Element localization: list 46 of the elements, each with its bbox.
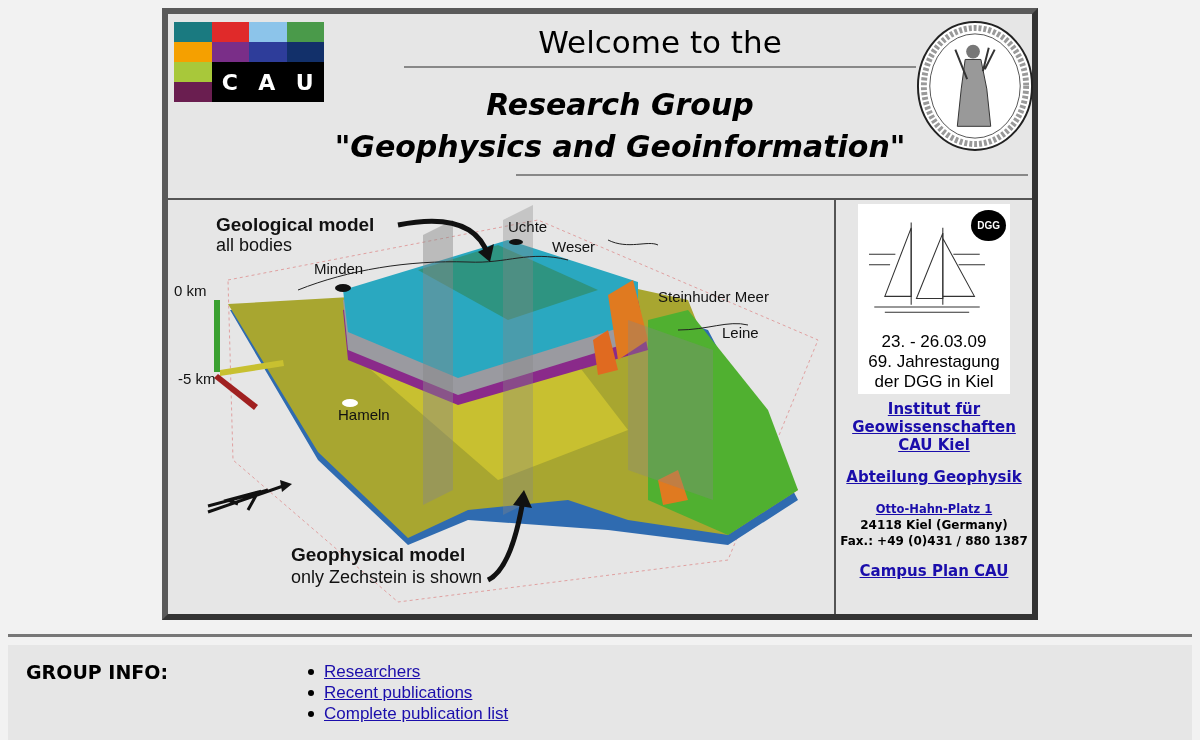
logo-tile <box>249 42 287 62</box>
sidebar-link[interactable]: Abteilung Geophysik <box>839 468 1029 486</box>
image-label: all bodies <box>216 235 293 256</box>
bullet-icon <box>308 710 314 717</box>
logo-tile <box>286 22 324 42</box>
group-info-link[interactable]: Researchers <box>324 661 421 682</box>
image-label: -5 km <box>178 370 216 387</box>
logo-tile <box>174 82 212 102</box>
bullet-icon <box>308 668 314 675</box>
image-label: Geological model <box>216 214 375 236</box>
society-logo: DGG <box>971 210 1006 241</box>
poster-text: 69. Jahrestagung <box>868 352 1000 372</box>
image-label: 0 km <box>174 282 207 299</box>
logo-tile <box>174 22 212 42</box>
logo-tile <box>174 42 212 62</box>
university-seal-icon <box>916 20 1034 152</box>
image-label: Geophysical model <box>291 544 466 566</box>
logo-tile <box>286 42 324 62</box>
address-text: Fax.: +49 (0)431 / 880 1387 <box>840 534 1028 548</box>
logo-tile <box>211 22 249 42</box>
section-heading: GROUP INFO: <box>26 661 170 685</box>
logo-tile <box>174 62 212 82</box>
welcome-heading: Welcome to the <box>538 24 782 60</box>
poster-text: 23. - 26.03.09 <box>881 332 987 352</box>
group-title: Research Group <box>486 86 754 124</box>
group-title: "Geophysics and Geoinformation" <box>334 128 906 166</box>
image-label: Minden <box>314 260 364 277</box>
image-label: Steinhuder Meer <box>658 288 769 305</box>
address-text: 24118 Kiel (Germany) <box>860 518 1008 532</box>
group-info-link[interactable]: Complete publication list <box>324 703 509 724</box>
address-link[interactable]: Otto-Hahn-Platz 1 <box>839 502 1029 516</box>
logo-letter: A <box>258 69 276 95</box>
bullet-icon <box>308 689 314 696</box>
image-label: Weser <box>552 238 596 255</box>
logo-letter: U <box>295 69 314 95</box>
sidebar-link[interactable]: Campus Plan CAU <box>839 562 1029 580</box>
image-label: Uchte <box>508 218 548 235</box>
logo-tile <box>211 42 249 62</box>
sidebar-link[interactable]: Institut für Geowissenschaften CAU Kiel <box>839 400 1029 454</box>
poster-text: der DGG in Kiel <box>874 372 994 392</box>
logo-letter: C <box>221 69 238 95</box>
logo-tile <box>249 22 287 42</box>
image-label: Leine <box>722 324 759 341</box>
image-label: Hameln <box>338 406 390 423</box>
image-label: only Zechstein is shown <box>291 567 483 588</box>
group-info-link[interactable]: Recent publications <box>324 682 473 703</box>
